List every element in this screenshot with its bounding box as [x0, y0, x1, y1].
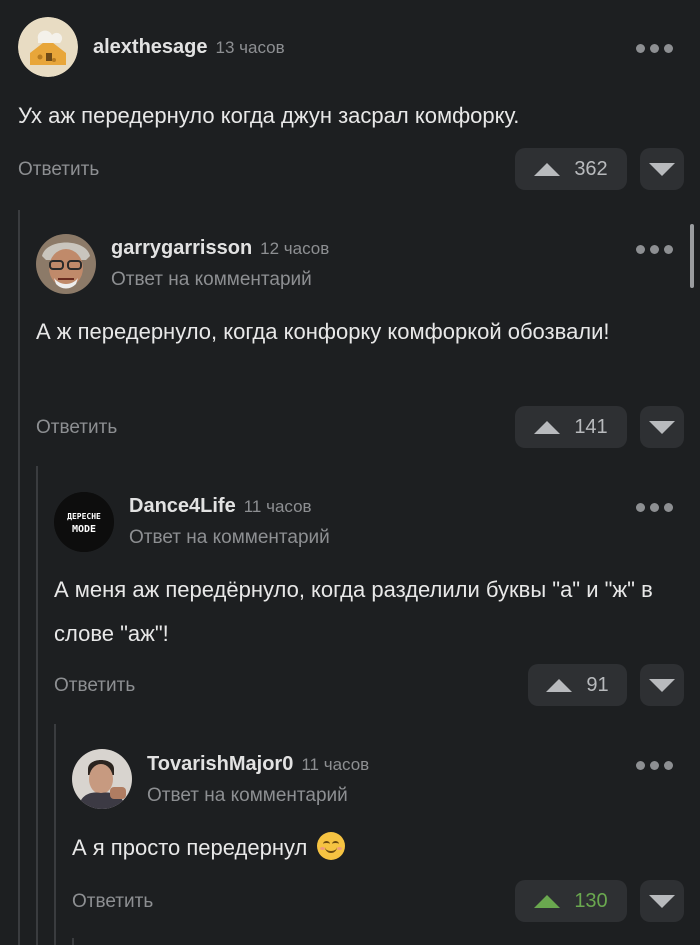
depeche-mode-logo-icon: ДЕРЕСНЕ MODE: [54, 492, 114, 552]
old-man-avatar-icon: [36, 234, 96, 294]
thread-line: [36, 466, 38, 945]
comment-text: Ух аж передернуло когда джун засрал комф…: [18, 103, 520, 128]
vote-count: 130: [574, 889, 608, 912]
man-photo-avatar-icon: [72, 749, 132, 809]
upvote-icon: [534, 420, 561, 434]
downvote-icon: [649, 894, 675, 908]
downvote-button[interactable]: [640, 148, 684, 190]
scrollbar[interactable]: [690, 224, 694, 288]
svg-text:MODE: MODE: [72, 524, 96, 535]
thread-line: [54, 724, 56, 945]
comment-time: 13 часов: [215, 38, 285, 57]
author-name[interactable]: alexthesage 13 часов: [93, 36, 285, 59]
reply-button[interactable]: Ответить: [36, 417, 117, 439]
downvote-icon: [649, 420, 675, 434]
comment-time: 12 часов: [260, 239, 330, 258]
comment-text: А ж передернуло, когда конфорку комфорко…: [36, 319, 610, 344]
avatar[interactable]: ДЕРЕСНЕ MODE: [54, 492, 114, 552]
author-name[interactable]: garrygarrisson 12 часов: [111, 237, 329, 260]
upvote-button[interactable]: 91: [528, 664, 627, 706]
reply-to-link[interactable]: Ответ на комментарий: [129, 527, 330, 549]
avatar[interactable]: [18, 17, 78, 77]
vote-count: 362: [574, 157, 608, 180]
more-options-icon[interactable]: [636, 242, 676, 256]
smiling-face-emoji-icon: [317, 832, 346, 860]
author-username[interactable]: Dance4Life: [129, 495, 236, 517]
comment-text: А я просто передернул: [72, 826, 632, 870]
author-name[interactable]: TovarishMajor0 11 часов: [147, 753, 369, 776]
reply-button[interactable]: Ответить: [72, 891, 153, 913]
thread-line: [72, 938, 74, 945]
reply-button[interactable]: Ответить: [54, 675, 135, 697]
comment-time: 11 часов: [243, 497, 312, 516]
upvote-button[interactable]: 141: [515, 406, 627, 448]
more-options-icon[interactable]: [636, 500, 676, 514]
upvote-button-active[interactable]: 130: [515, 880, 627, 922]
downvote-icon: [649, 678, 675, 692]
author-username[interactable]: alexthesage: [93, 36, 208, 58]
author-username[interactable]: garrygarrisson: [111, 237, 252, 259]
upvote-icon: [546, 678, 573, 692]
comment-text-content: А я просто передернул: [72, 835, 308, 860]
upvote-icon: [534, 894, 561, 908]
more-options-icon[interactable]: [636, 758, 676, 772]
downvote-button[interactable]: [640, 880, 684, 922]
reply-to-link[interactable]: Ответ на комментарий: [147, 785, 348, 807]
more-options-icon[interactable]: [636, 41, 676, 55]
thread-line: [18, 210, 20, 945]
comment-text: А меня аж передёрнуло, когда разделили б…: [54, 577, 653, 646]
avatar[interactable]: [36, 234, 96, 294]
avatar[interactable]: [72, 749, 132, 809]
reply-button[interactable]: Ответить: [18, 159, 99, 181]
author-username[interactable]: TovarishMajor0: [147, 753, 293, 775]
downvote-button[interactable]: [640, 664, 684, 706]
cheese-house-icon: [18, 17, 78, 77]
svg-text:ДЕРЕСНЕ: ДЕРЕСНЕ: [67, 512, 101, 521]
reply-to-link[interactable]: Ответ на комментарий: [111, 269, 312, 291]
downvote-button[interactable]: [640, 406, 684, 448]
vote-count: 141: [574, 415, 608, 438]
downvote-icon: [649, 162, 675, 176]
author-name[interactable]: Dance4Life 11 часов: [129, 495, 312, 518]
upvote-button[interactable]: 362: [515, 148, 627, 190]
vote-count: 91: [586, 673, 609, 696]
comment-time: 11 часов: [301, 755, 370, 774]
upvote-icon: [534, 162, 561, 176]
